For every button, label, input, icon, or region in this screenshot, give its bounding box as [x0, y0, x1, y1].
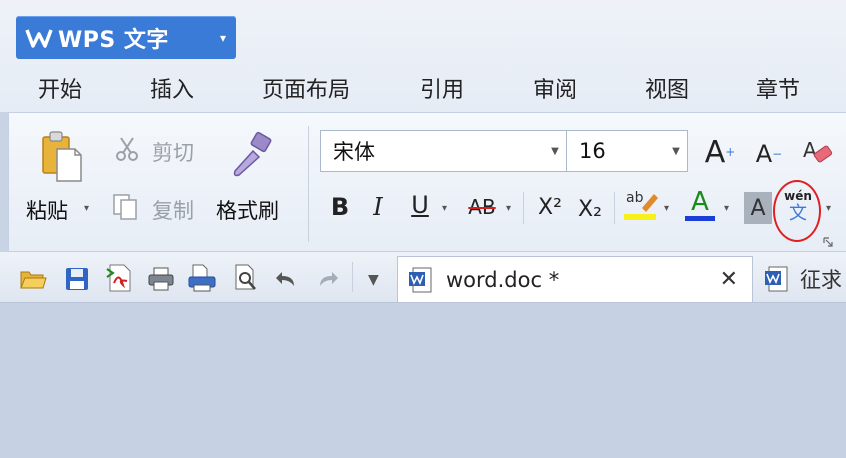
wps-logo-icon: [24, 23, 54, 53]
ribbon-tabs: 开始 插入 页面布局 引用 审阅 视图 章节: [0, 64, 846, 115]
font-color-letter: A: [691, 186, 709, 217]
app-menu-caret-icon: ▾: [219, 30, 226, 45]
redo-icon[interactable]: [314, 266, 342, 294]
clear-format-icon[interactable]: A: [800, 136, 834, 168]
format-painter-label[interactable]: 格式刷: [216, 195, 279, 225]
svg-text:ab: ab: [626, 190, 644, 206]
scissors-icon[interactable]: [112, 134, 142, 164]
font-color-dropdown-icon[interactable]: ▾: [724, 203, 729, 214]
preview-icon[interactable]: [230, 262, 262, 294]
app-title: WPS 文字: [58, 27, 169, 53]
tab-insert[interactable]: 插入: [150, 72, 194, 104]
underline-dropdown-icon[interactable]: ▾: [442, 203, 447, 214]
tab-review[interactable]: 审阅: [533, 72, 577, 104]
open-folder-icon[interactable]: [18, 264, 48, 294]
highlight-dropdown-icon[interactable]: ▾: [664, 203, 669, 214]
font-name-dropdown-icon[interactable]: ▼: [544, 146, 566, 157]
customize-toolbar-icon[interactable]: ▼: [368, 272, 379, 288]
minus-icon: −: [772, 147, 783, 161]
annotation-circle: [773, 180, 821, 242]
grow-font-button[interactable]: A +: [702, 134, 738, 170]
font-color-button[interactable]: A: [684, 184, 716, 224]
copy-label[interactable]: 复制: [152, 195, 194, 225]
group-divider: [308, 126, 309, 242]
format-divider: [614, 192, 615, 224]
strikethrough-button[interactable]: AB: [462, 190, 502, 224]
subscript-button[interactable]: X₂: [574, 192, 606, 226]
toolbar-divider: [352, 262, 353, 292]
font-dialog-launcher-icon[interactable]: [822, 236, 834, 248]
document-tab-active[interactable]: word.doc * ✕: [397, 256, 753, 302]
document-tab-name: 征求: [800, 268, 842, 292]
app-menu-button[interactable]: WPS 文字 ▾: [16, 16, 236, 59]
font-size-value: 16: [579, 139, 606, 163]
format-painter-icon[interactable]: [228, 130, 278, 180]
export-pdf-icon[interactable]: [104, 262, 136, 294]
undo-icon[interactable]: [272, 266, 300, 294]
svg-text:A: A: [803, 138, 817, 162]
strikethrough-dropdown-icon[interactable]: ▾: [506, 203, 511, 214]
tab-view[interactable]: 视图: [645, 72, 689, 104]
print-preview-icon[interactable]: [186, 262, 218, 294]
font-name-select[interactable]: 宋体 ▼: [320, 130, 567, 172]
tab-references[interactable]: 引用: [420, 72, 464, 104]
highlight-icon[interactable]: ab: [624, 186, 660, 224]
copy-icon[interactable]: [110, 192, 142, 222]
print-icon[interactable]: [146, 264, 176, 294]
superscript-button[interactable]: X²: [534, 190, 566, 224]
font-name-value: 宋体: [333, 140, 375, 164]
tab-page-layout[interactable]: 页面布局: [262, 72, 350, 104]
tab-start[interactable]: 开始: [33, 72, 87, 115]
font-color-swatch: [685, 215, 715, 221]
tab-sections[interactable]: 章节: [756, 72, 800, 104]
font-size-dropdown-icon[interactable]: ▼: [665, 146, 687, 157]
cut-label[interactable]: 剪切: [152, 137, 194, 167]
font-size-select[interactable]: 16 ▼: [566, 130, 688, 172]
word-doc-icon: [406, 265, 436, 295]
shrink-font-button[interactable]: A −: [752, 138, 786, 170]
document-tab-inactive[interactable]: 征求: [754, 256, 846, 302]
underline-button[interactable]: U: [406, 188, 434, 222]
save-icon[interactable]: [62, 264, 92, 294]
bold-button[interactable]: B: [326, 190, 354, 224]
phonetic-dropdown-icon[interactable]: ▾: [826, 203, 831, 214]
paste-label[interactable]: 粘贴: [26, 195, 68, 225]
char-shading-button[interactable]: A: [744, 192, 772, 224]
document-workspace: [0, 303, 846, 458]
format-divider: [523, 192, 524, 224]
plus-icon: +: [725, 145, 736, 159]
paste-dropdown-icon[interactable]: ▾: [84, 203, 89, 214]
word-doc-icon: [762, 264, 792, 294]
close-icon[interactable]: ✕: [720, 267, 738, 292]
italic-button[interactable]: I: [364, 190, 392, 224]
document-tab-name: word.doc *: [446, 267, 560, 292]
paste-icon[interactable]: [36, 128, 84, 184]
